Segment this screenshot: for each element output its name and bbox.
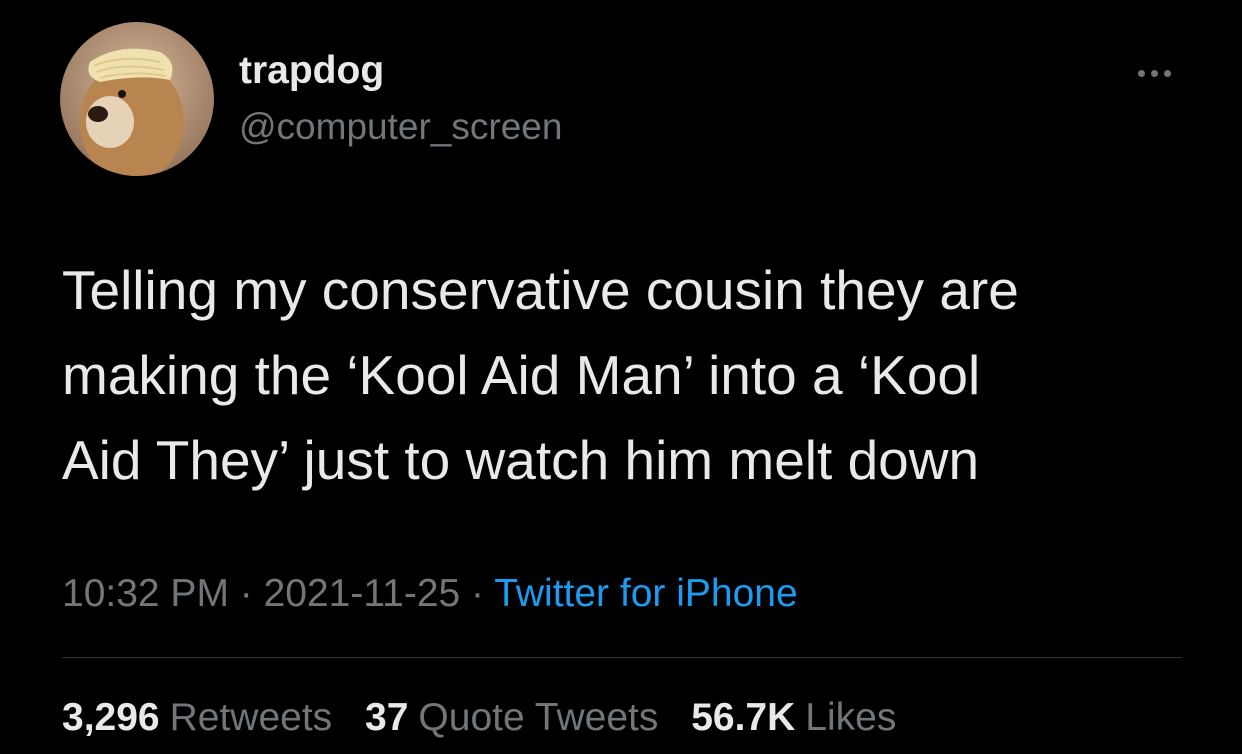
user-handle[interactable]: @computer_screen bbox=[239, 104, 562, 150]
tweet-time[interactable]: 10:32 PM bbox=[62, 572, 229, 615]
retweets-stat[interactable]: 3,296 Retweets bbox=[62, 694, 332, 742]
tweet-source-link[interactable]: Twitter for iPhone bbox=[494, 572, 797, 615]
more-options-icon bbox=[1150, 69, 1158, 77]
tweet-date[interactable]: 2021-11-25 bbox=[264, 572, 461, 615]
meta-separator: · bbox=[228, 572, 264, 615]
dog-with-noodles-avatar-icon bbox=[60, 22, 214, 176]
more-options-icon bbox=[1137, 69, 1145, 77]
likes-count: 56.7K bbox=[691, 696, 796, 739]
likes-label: Likes bbox=[805, 696, 897, 739]
more-options-icon bbox=[1163, 69, 1171, 77]
tweet-text-line: Aid They’ just to watch him melt down bbox=[62, 429, 980, 491]
divider bbox=[62, 657, 1182, 658]
avatar[interactable] bbox=[60, 22, 214, 176]
tweet-text-line: Telling my conservative cousin they are bbox=[62, 259, 1019, 321]
quote-tweets-stat[interactable]: 37 Quote Tweets bbox=[365, 694, 658, 742]
likes-stat[interactable]: 56.7K Likes bbox=[691, 694, 896, 742]
tweet-stats: 3,296 Retweets 37 Quote Tweets 56.7K Likes bbox=[62, 694, 918, 742]
quote-tweets-count: 37 bbox=[365, 696, 409, 739]
retweets-label: Retweets bbox=[169, 696, 333, 739]
tweet-text-line: making the ‘Kool Aid Man’ into a ‘Kool bbox=[62, 344, 981, 406]
tweet-meta: 10:32 PM · 2021-11-25 · Twitter for iPho… bbox=[62, 570, 798, 618]
display-name[interactable]: trapdog bbox=[239, 47, 384, 95]
retweets-count: 3,296 bbox=[62, 696, 160, 739]
quote-tweets-label: Quote Tweets bbox=[418, 696, 659, 739]
more-options-button[interactable] bbox=[1126, 60, 1182, 86]
tweet-text: Telling my conservative cousin they are … bbox=[62, 248, 1202, 503]
meta-separator: · bbox=[460, 572, 495, 615]
